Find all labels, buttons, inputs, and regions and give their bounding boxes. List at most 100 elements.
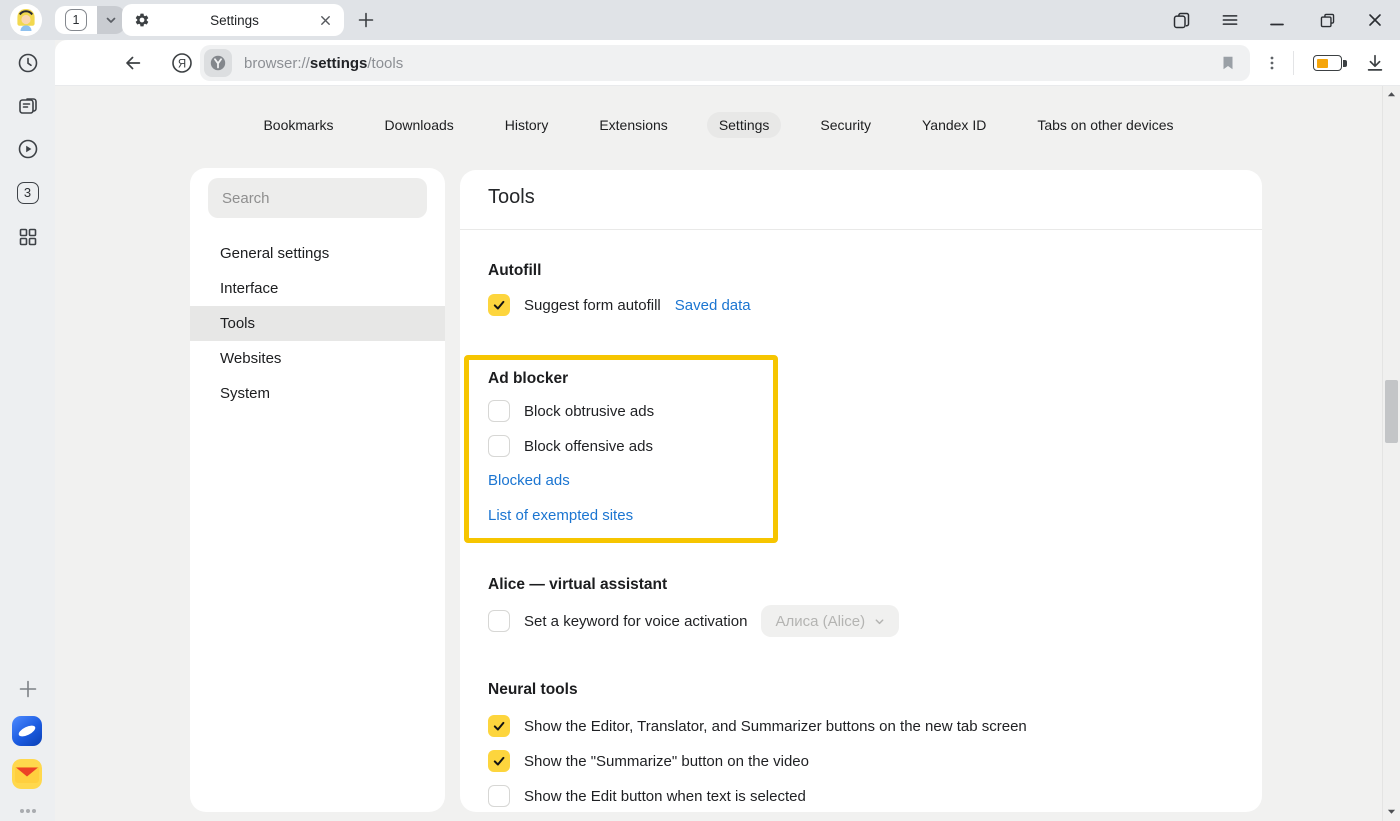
mail-app-button[interactable] xyxy=(12,759,42,789)
alice-keyword-dropdown[interactable]: Алиса (Alice) xyxy=(761,605,899,637)
autofill-heading: Autofill xyxy=(488,262,541,280)
extensions-kebab-button[interactable] xyxy=(1260,51,1284,75)
toolbar-divider xyxy=(1293,51,1294,75)
alice-keyword-label: Set a keyword for voice activation xyxy=(524,613,747,630)
alice-keyword-checkbox[interactable] xyxy=(488,610,510,632)
settings-sidebar: Search General settings Interface Tools … xyxy=(190,168,445,812)
tools-settings-panel: Tools Autofill Suggest form autofill Sav… xyxy=(460,170,1262,812)
chevron-down-icon xyxy=(104,13,118,27)
video-button[interactable] xyxy=(15,136,40,161)
browser-menu-button[interactable] xyxy=(1218,8,1242,32)
more-apps-button[interactable] xyxy=(15,798,40,821)
feed-button[interactable] xyxy=(15,93,40,118)
title-divider xyxy=(460,229,1262,230)
search-placeholder: Search xyxy=(222,190,270,207)
nav-tab-extensions[interactable]: Extensions xyxy=(587,112,679,138)
tab-list-dropdown-button[interactable] xyxy=(97,6,125,34)
download-icon xyxy=(1364,52,1386,74)
clock-icon xyxy=(16,51,40,75)
nav-tab-bookmarks[interactable]: Bookmarks xyxy=(251,112,345,138)
battery-saver-button[interactable] xyxy=(1313,55,1347,71)
show-summarize-video-label: Show the "Summarize" button on the video xyxy=(524,753,809,770)
play-circle-icon xyxy=(16,137,40,161)
sidebar-item-system[interactable]: System xyxy=(190,376,445,411)
close-icon xyxy=(1366,11,1384,29)
alice-heading: Alice — virtual assistant xyxy=(488,576,667,594)
hamburger-menu-icon xyxy=(1220,10,1240,30)
scroll-up-arrow-icon[interactable] xyxy=(1387,91,1396,97)
sidebar-item-interface[interactable]: Interface xyxy=(190,271,445,306)
profile-avatar[interactable] xyxy=(10,4,42,36)
block-offensive-row: Block offensive ads xyxy=(488,435,653,457)
minimize-button[interactable] xyxy=(1265,8,1289,32)
nav-tab-other-devices[interactable]: Tabs on other devices xyxy=(1025,112,1185,138)
alice-dropdown-value: Алиса (Alice) xyxy=(775,613,865,630)
checkmark-icon xyxy=(492,754,506,768)
sidebar-item-general[interactable]: General settings xyxy=(190,236,445,271)
battery-nub xyxy=(1343,60,1347,67)
services-button[interactable] xyxy=(15,224,40,249)
show-editor-buttons-checkbox[interactable] xyxy=(488,715,510,737)
neural-row-1: Show the Editor, Translator, and Summari… xyxy=(488,715,1027,737)
downloads-button[interactable] xyxy=(1363,51,1387,75)
kebab-menu-icon xyxy=(1264,55,1280,71)
add-panel-button[interactable] xyxy=(15,676,40,701)
active-tab[interactable]: Settings xyxy=(122,4,344,36)
history-button[interactable] xyxy=(15,50,40,75)
nav-tab-security[interactable]: Security xyxy=(808,112,883,138)
sidebar-item-websites[interactable]: Websites xyxy=(190,341,445,376)
block-offensive-checkbox[interactable] xyxy=(488,435,510,457)
yandex-ya-icon: Я xyxy=(170,51,194,75)
gear-icon xyxy=(134,12,150,28)
blocked-ads-link[interactable]: Blocked ads xyxy=(488,472,570,489)
tab-count-badge: 1 xyxy=(65,9,87,31)
show-summarize-video-checkbox[interactable] xyxy=(488,750,510,772)
show-editor-buttons-label: Show the Editor, Translator, and Summari… xyxy=(524,718,1027,735)
tab-close-icon[interactable] xyxy=(319,14,332,27)
suggest-autofill-label: Suggest form autofill xyxy=(524,297,661,314)
nav-tab-downloads[interactable]: Downloads xyxy=(373,112,466,138)
bookmark-flag-icon[interactable] xyxy=(1219,54,1237,72)
ellipsis-icon xyxy=(19,808,37,814)
site-badge[interactable] xyxy=(204,49,232,77)
back-button[interactable] xyxy=(121,51,145,75)
search-input[interactable]: Search xyxy=(208,178,427,218)
alice-avatar-icon xyxy=(10,4,42,36)
page-scrollbar[interactable] xyxy=(1382,86,1400,821)
ad-blocker-heading: Ad blocker xyxy=(488,370,568,388)
show-edit-button-checkbox[interactable] xyxy=(488,785,510,807)
new-tab-button[interactable] xyxy=(354,8,378,32)
chevron-down-icon xyxy=(874,616,885,627)
block-offensive-label: Block offensive ads xyxy=(524,438,653,455)
browser-logo-icon xyxy=(209,54,227,72)
yandex-browser-app-button[interactable] xyxy=(12,716,42,746)
saved-data-link[interactable]: Saved data xyxy=(675,297,751,314)
nav-tab-settings[interactable]: Settings xyxy=(707,112,782,138)
scroll-down-arrow-icon[interactable] xyxy=(1387,809,1396,815)
exempted-sites-link[interactable]: List of exempted sites xyxy=(488,507,633,524)
block-obtrusive-checkbox[interactable] xyxy=(488,400,510,422)
block-obtrusive-row: Block obtrusive ads xyxy=(488,400,654,422)
tabs-count-badge: 3 xyxy=(17,182,39,204)
nav-tab-yandex-id[interactable]: Yandex ID xyxy=(910,112,998,138)
side-strip: 3 xyxy=(0,40,55,821)
url-text: browser://settings/tools xyxy=(244,55,403,72)
titlebar: 1 Settings xyxy=(0,0,1400,40)
yandex-home-button[interactable]: Я xyxy=(170,51,194,75)
close-window-button[interactable] xyxy=(1363,8,1387,32)
neural-tools-heading: Neural tools xyxy=(488,681,578,699)
block-obtrusive-label: Block obtrusive ads xyxy=(524,403,654,420)
sidebar-item-tools[interactable]: Tools xyxy=(190,306,445,341)
address-bar[interactable]: browser://settings/tools xyxy=(200,45,1250,81)
ad-blocker-highlight-box: Ad blocker Block obtrusive ads Block off… xyxy=(464,355,778,543)
panels-icon xyxy=(1171,10,1192,31)
tabs-panel-button[interactable]: 3 xyxy=(15,180,40,205)
nav-tab-history[interactable]: History xyxy=(493,112,561,138)
scrollbar-thumb[interactable] xyxy=(1385,380,1398,443)
side-panel-button[interactable] xyxy=(1169,8,1193,32)
tab-counter-button[interactable]: 1 xyxy=(55,6,97,34)
page-title: Tools xyxy=(488,186,535,209)
restore-button[interactable] xyxy=(1315,8,1339,32)
minimize-icon xyxy=(1268,11,1286,29)
suggest-autofill-checkbox[interactable] xyxy=(488,294,510,316)
